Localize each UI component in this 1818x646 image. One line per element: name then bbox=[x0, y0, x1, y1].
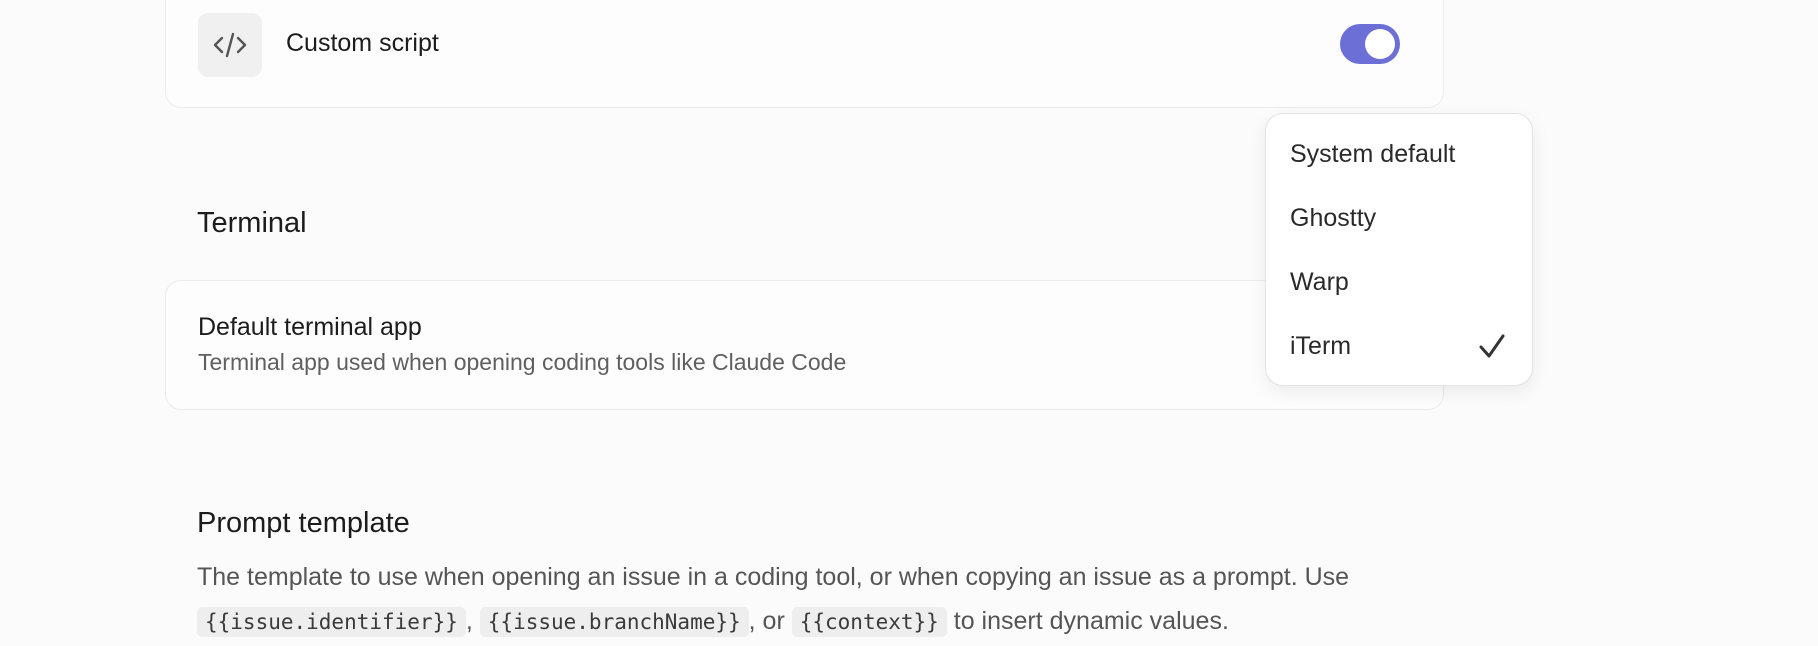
terminal-section-title: Terminal bbox=[197, 207, 307, 239]
separator-or: , or bbox=[748, 607, 785, 635]
dropdown-option-ghostty[interactable]: Ghostty bbox=[1266, 190, 1532, 246]
option-label: Warp bbox=[1290, 268, 1349, 296]
prompt-description-prefix: The template to use when opening an issu… bbox=[197, 563, 1350, 591]
custom-script-toggle[interactable] bbox=[1340, 24, 1400, 64]
prompt-template-description: The template to use when opening an issu… bbox=[197, 555, 1457, 644]
toggle-knob bbox=[1365, 29, 1395, 59]
default-terminal-description: Terminal app used when opening coding to… bbox=[198, 349, 847, 375]
separator-comma: , bbox=[465, 607, 473, 635]
option-label: System default bbox=[1290, 140, 1456, 168]
var-issue-identifier: {{issue.identifier}} bbox=[197, 607, 466, 637]
custom-script-card: Custom script bbox=[165, 0, 1444, 108]
var-context: {{context}} bbox=[791, 607, 947, 637]
var-issue-branchname: {{issue.branchName}} bbox=[479, 607, 749, 637]
prompt-template-title: Prompt template bbox=[197, 507, 410, 539]
option-label: iTerm bbox=[1290, 332, 1352, 360]
dropdown-option-warp[interactable]: Warp bbox=[1266, 254, 1532, 310]
option-label: Ghostty bbox=[1290, 204, 1377, 232]
default-terminal-title: Default terminal app bbox=[198, 313, 422, 341]
prompt-description-suffix: to insert dynamic values. bbox=[953, 607, 1229, 635]
custom-script-label: Custom script bbox=[286, 29, 439, 57]
dropdown-option-system-default[interactable]: System default bbox=[1266, 126, 1532, 182]
checkmark-icon bbox=[1479, 334, 1505, 358]
dropdown-option-iterm[interactable]: iTerm bbox=[1266, 318, 1532, 374]
code-icon bbox=[213, 32, 247, 58]
terminal-app-dropdown: System default Ghostty Warp iTerm bbox=[1265, 113, 1533, 386]
code-icon-box bbox=[198, 13, 262, 77]
default-terminal-card: Default terminal app Terminal app used w… bbox=[165, 280, 1444, 410]
